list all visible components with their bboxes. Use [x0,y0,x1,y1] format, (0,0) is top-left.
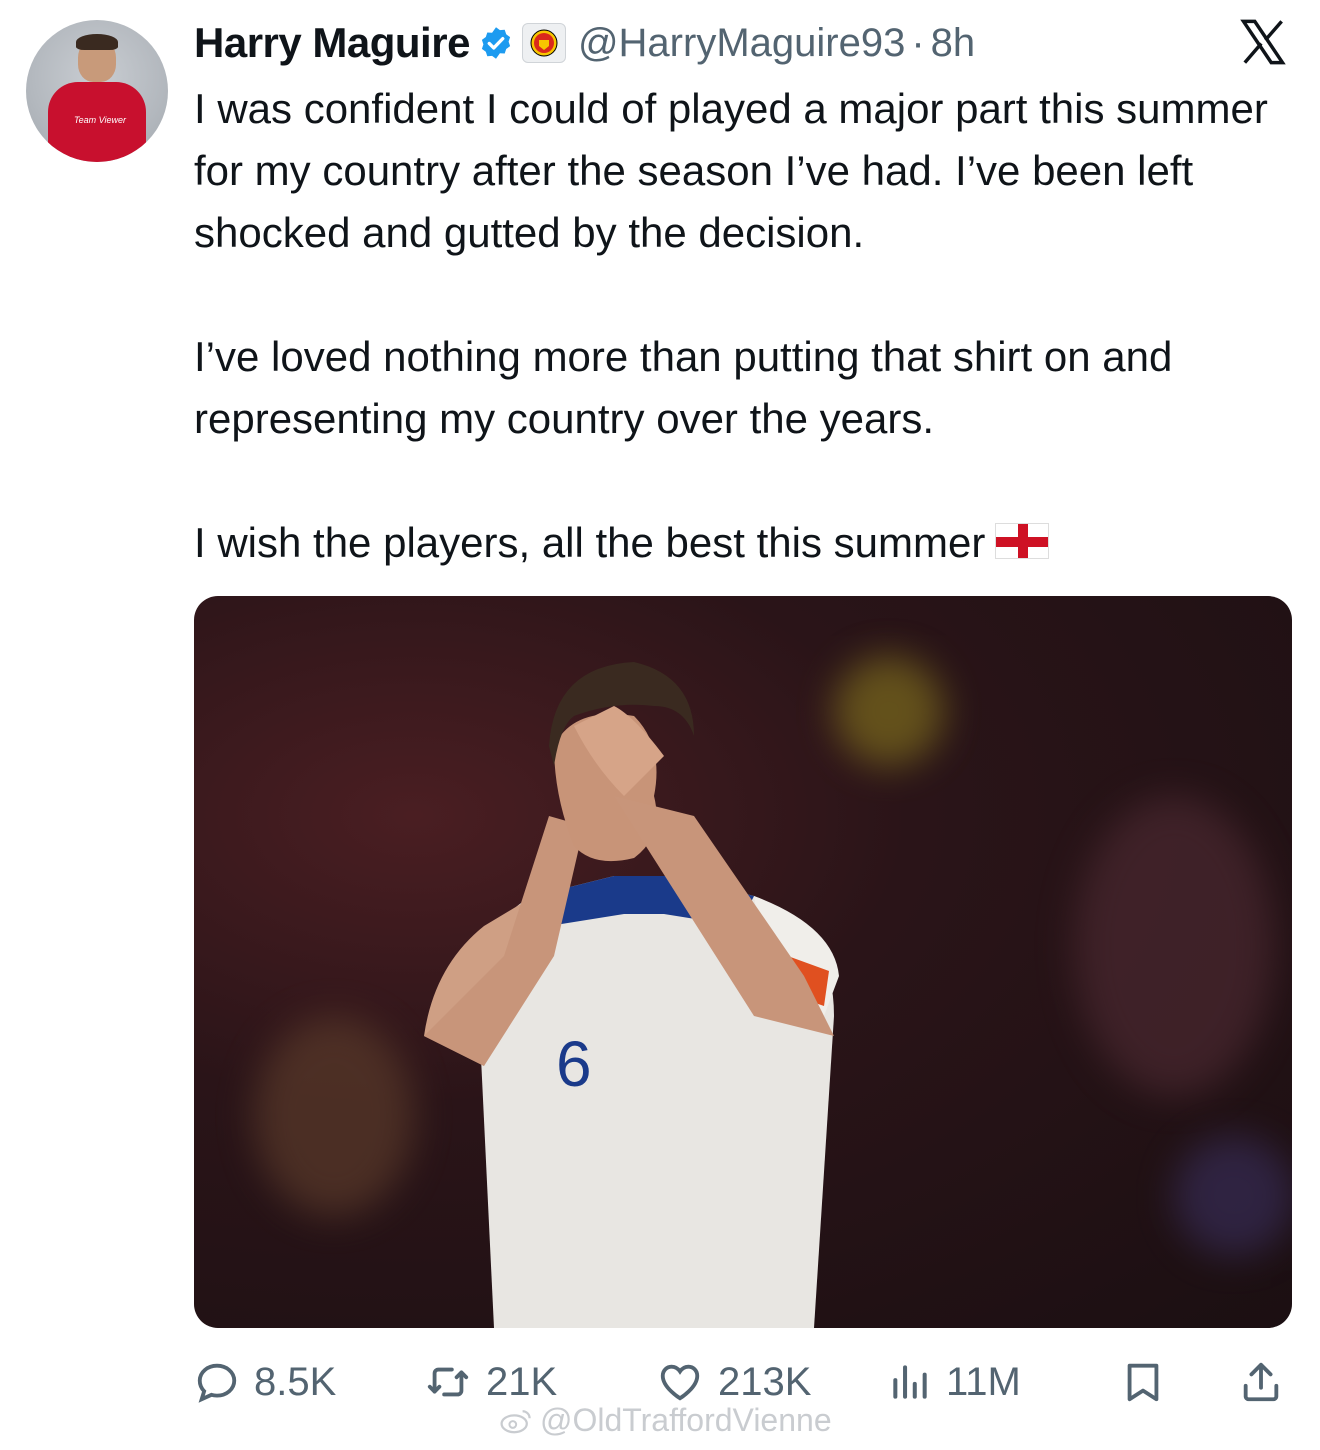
shirt-number: 6 [556,1028,592,1100]
man-utd-affiliate-icon[interactable] [521,23,566,63]
share-button[interactable] [1238,1352,1284,1412]
share-icon [1243,1362,1279,1402]
author-handle[interactable]: @HarryMaguire93 [578,21,905,66]
tweet-time[interactable]: 8h [931,21,976,66]
tweet-photo[interactable]: 6 [194,596,1292,1328]
watermark: @OldTraffordVienne [500,1402,832,1439]
like-icon [660,1364,700,1401]
bookmark-button[interactable] [1120,1352,1166,1412]
reply-count: 8.5K [254,1359,337,1404]
reply-icon [197,1363,237,1403]
tweet-header: Harry Maguire @HarryMaguire93 · 8h [194,14,975,72]
x-logo-icon [1240,19,1286,65]
avatar[interactable]: Team Viewer [26,20,168,162]
england-flag-icon [995,523,1050,559]
views-button[interactable]: 11M [888,1352,1021,1412]
repost-icon [427,1367,469,1397]
tweet-card[interactable]: Team Viewer Harry Maguire @HarryMaguire9… [0,0,1320,1450]
watermark-text: @OldTraffordVienne [540,1402,832,1438]
avatar-sponsor-text: Team Viewer [74,115,127,125]
avatar-hair [76,34,118,50]
tweet-paragraph-3-text: I wish the players, all the best this su… [194,519,986,566]
repost-count: 21K [486,1359,558,1404]
author-name[interactable]: Harry Maguire [194,19,470,67]
views-count: 11M [946,1359,1021,1404]
reply-button[interactable]: 8.5K [194,1352,336,1412]
player-figure: 6 [424,662,839,1328]
weibo-icon [500,1409,531,1433]
views-icon [893,1365,927,1399]
tweet-paragraph-3: I wish the players, all the best this su… [194,512,1294,574]
verified-badge-icon[interactable] [478,25,514,61]
separator-dot: · [911,20,925,65]
tweet-paragraph-2: I’ve loved nothing more than putting tha… [194,333,1173,442]
bookmark-icon [1127,1363,1159,1402]
like-count: 213K [718,1359,812,1404]
tweet-text: I was confident I could of played a majo… [194,78,1294,574]
tweet-paragraph-1: I was confident I could of played a majo… [194,85,1268,256]
